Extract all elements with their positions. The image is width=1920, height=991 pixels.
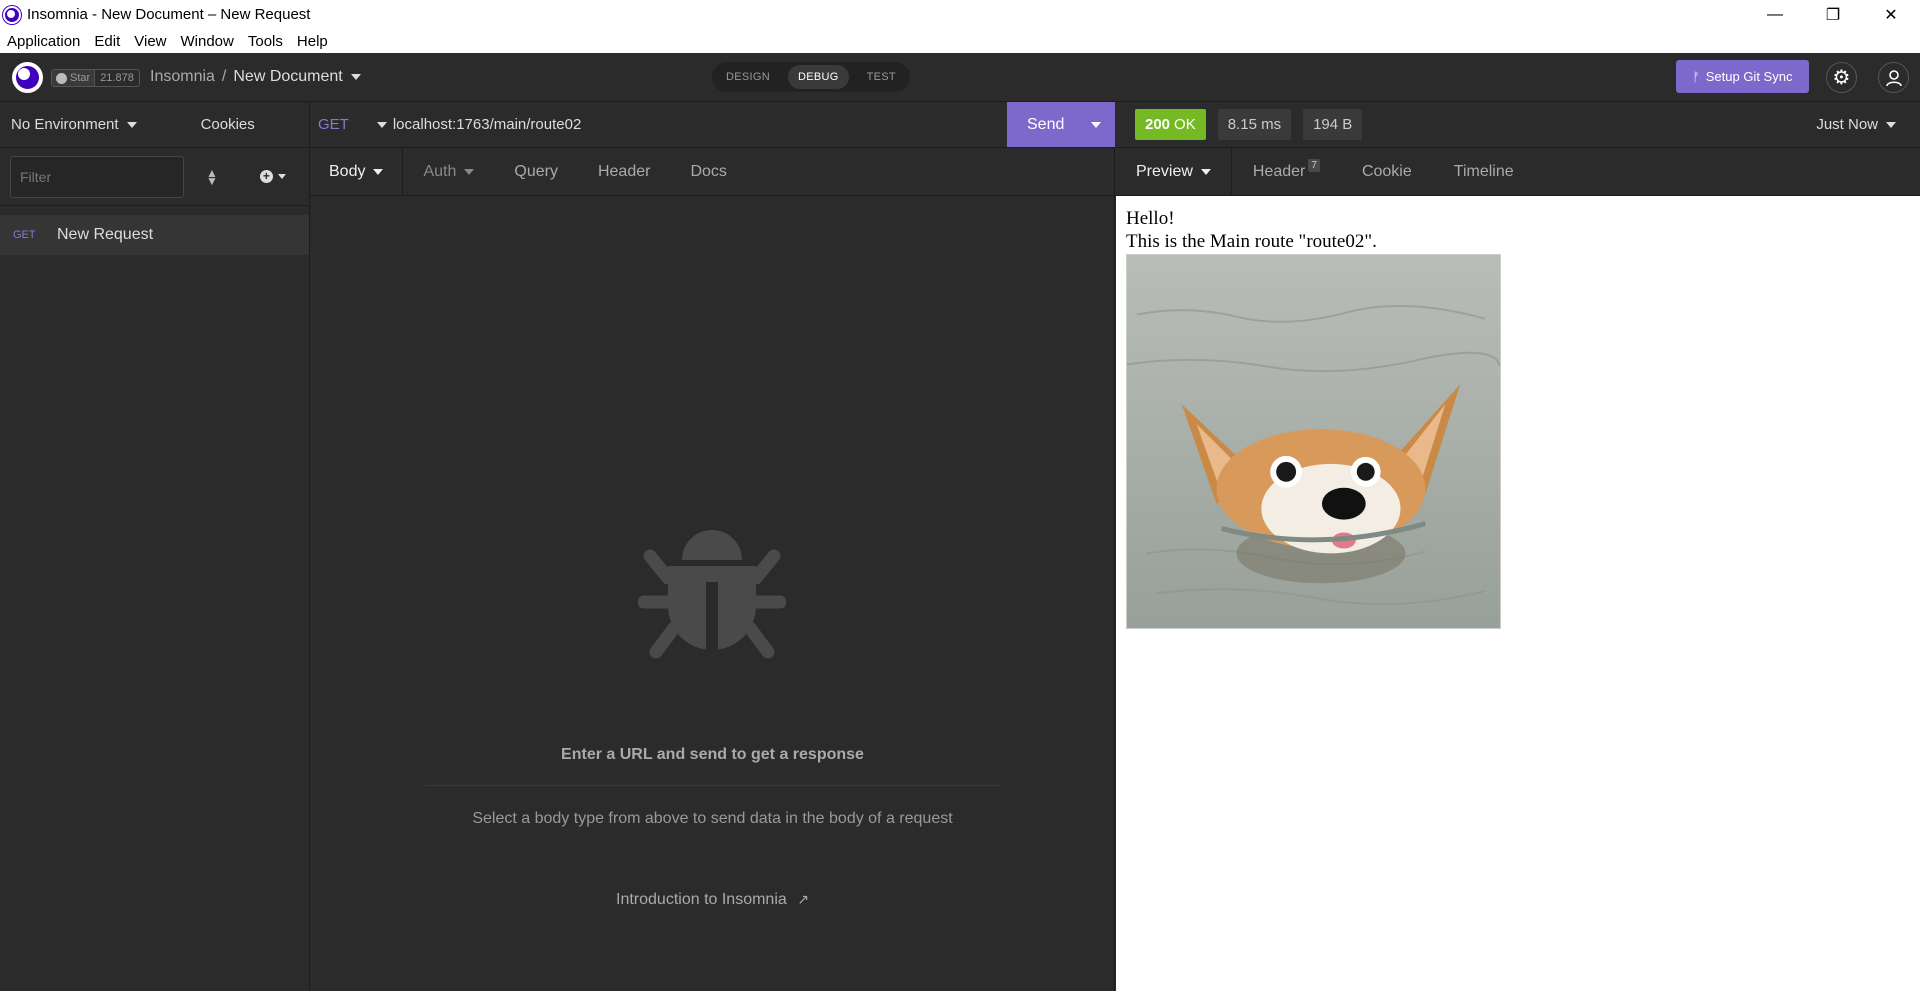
chevron-down-icon [373,168,384,175]
request-name: New Request [57,226,154,243]
github-icon [56,72,67,84]
request-tabs: Body Auth Query Header Docs [310,147,1114,196]
window-titlebar: Insomnia - New Document – New Request — … [0,0,1920,29]
star-count: 21.878 [100,72,134,84]
menu-tools[interactable]: Tools [241,33,290,50]
chevron-down-icon [350,73,361,80]
chevron-down-icon [1200,168,1211,175]
mode-test[interactable]: TEST [857,65,906,89]
window-controls: — ❐ ✕ [1746,0,1920,29]
external-link-icon: ↗ [797,891,809,907]
window-title: Insomnia - New Document – New Request [27,6,311,23]
response-meta: 200 OK 8.15 ms 194 B Just Now [1116,102,1920,148]
filter-input[interactable] [10,155,184,198]
sidebar: No Environment Cookies ▲▼ + GET New Requ… [0,102,310,991]
git-branch-icon: ᚠ [1692,69,1700,84]
history-dropdown[interactable]: Just Now [1816,116,1896,133]
preview-line-hello: Hello! [1126,208,1175,229]
insomnia-app-icon [3,5,21,24]
url-input[interactable] [392,116,893,133]
breadcrumb-document[interactable]: New Document [233,68,361,86]
chevron-down-icon [277,174,286,179]
status-badge: 200 OK [1135,109,1206,140]
sort-icon: ▲ ▼ [206,165,218,188]
response-tabs: Preview Header 7 Cookie Timeline [1116,147,1920,196]
tab-body[interactable]: Body [310,147,404,196]
empty-state-hint: Select a body type from above to send da… [472,810,953,827]
request-method-badge: GET [13,229,36,241]
menu-application[interactable]: Application [0,33,87,50]
sidebar-request-item[interactable]: GET New Request [0,215,309,255]
settings-button[interactable]: ⚙ [1826,62,1857,93]
sort-button[interactable]: ▲ ▼ [206,165,218,188]
method-label[interactable]: GET [318,116,349,133]
send-options-chevron-icon[interactable] [1091,121,1102,128]
plus-circle-icon: + [259,170,273,183]
cookies-button[interactable]: Cookies [201,116,255,133]
tab-preview[interactable]: Preview [1116,147,1232,196]
breadcrumb-separator: / [221,68,227,85]
corgi-swimming-image [1126,254,1501,629]
gear-icon: ⚙ [1832,67,1851,89]
url-bar: GET Send [310,102,1115,148]
mode-design[interactable]: DESIGN [716,65,780,89]
insomnia-logo-icon[interactable] [12,62,43,93]
empty-state-title: Enter a URL and send to get a response [561,746,864,763]
menu-bar: Application Edit View Window Tools Help [0,29,1920,53]
method-dropdown[interactable] [376,116,387,133]
preview-line-route: This is the Main route "route02". [1126,231,1377,252]
empty-state-divider [425,785,1000,786]
restore-icon[interactable]: ❐ [1804,0,1862,29]
environment-dropdown[interactable]: No Environment [11,116,137,133]
breadcrumb-root[interactable]: Insomnia [150,68,215,86]
tab-auth[interactable]: Auth [403,148,494,196]
tab-docs[interactable]: Docs [670,148,746,196]
header-count-badge: 7 [1308,159,1320,172]
github-star-badge[interactable]: Star 21.878 [51,69,140,87]
app-header: Star 21.878 Insomnia / New Document DESI… [0,53,1920,102]
setup-git-sync-button[interactable]: ᚠ Setup Git Sync [1676,60,1809,93]
send-button[interactable]: Send [1007,102,1115,147]
response-size-badge: 194 B [1303,109,1363,140]
tab-header[interactable]: Header [578,148,670,196]
chevron-down-icon [464,168,475,175]
request-pane: GET Send Body Auth Query Header Docs Ent… [310,102,1115,991]
response-pane: 200 OK 8.15 ms 194 B Just Now Preview Hea… [1116,102,1920,991]
menu-help[interactable]: Help [290,33,335,50]
tab-timeline[interactable]: Timeline [1433,148,1535,196]
menu-window[interactable]: Window [174,33,241,50]
menu-edit[interactable]: Edit [87,33,127,50]
bug-icon [638,530,786,662]
chevron-down-icon [1886,122,1896,129]
close-icon[interactable]: ✕ [1862,0,1920,29]
tab-cookie[interactable]: Cookie [1341,148,1433,196]
tab-query[interactable]: Query [494,148,578,196]
tab-response-header[interactable]: Header 7 [1232,148,1341,196]
mode-switch: DESIGN DEBUG TEST [712,62,910,92]
minimize-icon[interactable]: — [1746,0,1804,29]
chevron-down-icon [376,122,387,129]
breadcrumb: Insomnia / New Document [150,68,361,86]
intro-link[interactable]: Introduction to Insomnia ↗ [310,891,1115,909]
star-label: Star [70,72,91,84]
account-button[interactable] [1878,62,1909,93]
menu-view[interactable]: View [127,33,173,50]
response-time-badge: 8.15 ms [1217,109,1292,140]
user-icon [1885,69,1902,86]
mode-debug[interactable]: DEBUG [788,65,849,89]
add-request-button[interactable]: + [259,170,286,183]
chevron-down-icon [126,122,137,129]
response-preview: Hello! This is the Main route "route02". [1116,196,1920,991]
